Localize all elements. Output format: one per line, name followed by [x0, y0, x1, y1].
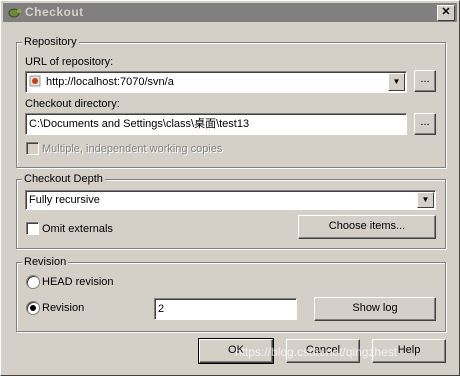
multiple-copies-label: Multiple, independent working copies — [42, 143, 223, 155]
head-revision-radio[interactable] — [26, 275, 40, 289]
window-title: Checkout — [25, 5, 84, 19]
repository-group-title: Repository — [22, 35, 79, 49]
multiple-copies-checkbox[interactable] — [26, 142, 39, 155]
omit-externals-label: Omit externals — [42, 223, 113, 235]
radio-selected-dot — [30, 305, 36, 311]
url-label: URL of repository: — [25, 56, 114, 68]
head-revision-label: HEAD revision — [42, 276, 114, 288]
title-bar[interactable]: Checkout ✕ — [3, 3, 457, 22]
choose-items-button[interactable]: Choose items... — [298, 215, 436, 239]
checkout-dir-label: Checkout directory: — [25, 98, 120, 110]
checkout-dialog: Checkout ✕ Repository URL of repository:… — [0, 0, 460, 376]
revision-radio[interactable] — [26, 301, 40, 315]
revision-value: 2 — [158, 303, 165, 315]
watermark: https://blog.csdn.net/qingzhest — [235, 345, 398, 359]
checkout-dir-input[interactable]: C:\Documents and Settings\class\桌面\test1… — [25, 113, 407, 135]
depth-value: Fully recursive — [29, 194, 100, 206]
depth-select[interactable]: Fully recursive ▼ — [25, 190, 436, 210]
revision-input[interactable]: 2 — [154, 298, 297, 320]
dir-browse-button[interactable]: ... — [414, 113, 436, 135]
tortoise-icon — [8, 8, 21, 18]
url-value: http://localhost:7070/svn/a — [46, 76, 174, 88]
show-log-button[interactable]: Show log — [314, 297, 436, 321]
checkout-depth-group-title: Checkout Depth — [22, 172, 105, 186]
revision-label: Revision — [42, 302, 85, 314]
url-combobox[interactable]: http://localhost:7070/svn/a ▼ — [25, 71, 407, 93]
close-button[interactable]: ✕ — [437, 5, 455, 21]
revision-group-title: Revision — [22, 255, 69, 269]
url-browse-button[interactable]: ... — [414, 70, 436, 92]
omit-externals-checkbox[interactable] — [26, 222, 39, 235]
checkout-dir-value: C:\Documents and Settings\class\桌面\test1… — [29, 118, 250, 130]
depth-dropdown-button[interactable]: ▼ — [417, 192, 434, 208]
url-dropdown-button[interactable]: ▼ — [388, 73, 405, 91]
svn-url-icon — [29, 75, 41, 87]
